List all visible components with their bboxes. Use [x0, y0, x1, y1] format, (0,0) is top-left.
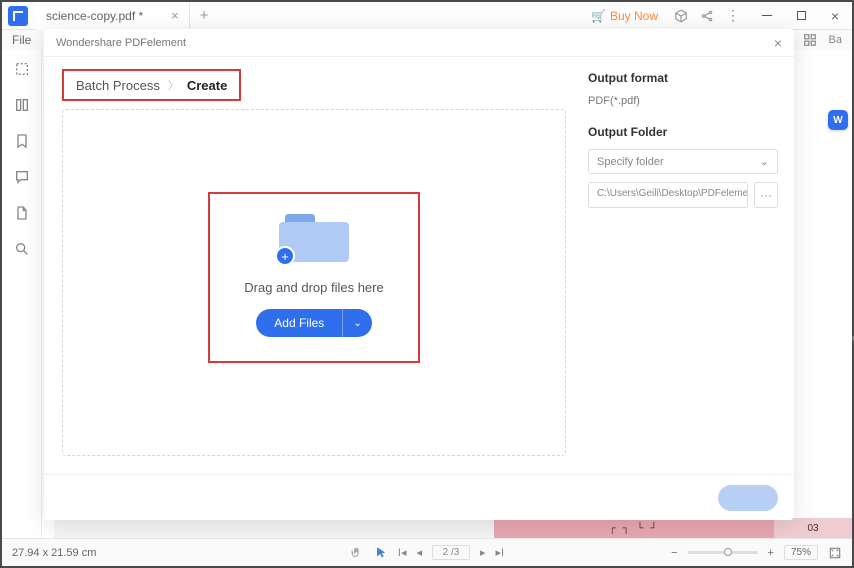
apps-icon[interactable] — [803, 33, 817, 47]
bookmark-icon[interactable] — [13, 132, 31, 150]
side-panel-handle[interactable]: ▸ — [850, 320, 854, 356]
output-format-value: PDF(*.pdf) — [588, 95, 778, 107]
chevron-right-icon: 〉 — [168, 77, 179, 93]
apply-button[interactable] — [718, 485, 778, 511]
titlebar: science-copy.pdf * × + 🛒 Buy Now ⋮ × — [2, 2, 852, 30]
modal-left-panel: Batch Process 〉 Create + Drag and drop f… — [44, 57, 584, 474]
cube-icon[interactable] — [674, 9, 688, 23]
folder-add-icon: + — [279, 212, 349, 262]
zoom-in-icon[interactable]: + — [768, 547, 774, 559]
maximize-button[interactable] — [784, 2, 818, 30]
comment-icon[interactable] — [13, 168, 31, 186]
modal-header: Wondershare PDFelement × — [44, 29, 794, 57]
next-page-icon[interactable]: ▸ — [480, 546, 486, 559]
browse-folder-button[interactable]: ··· — [754, 182, 778, 208]
breadcrumb-current: Create — [187, 78, 227, 93]
drop-text: Drag and drop files here — [244, 280, 383, 295]
folder-path-input[interactable]: C:\Users\Geili\Desktop\PDFelement\Cr — [588, 182, 748, 208]
tab-close-icon[interactable]: × — [171, 8, 179, 23]
modal-title: Wondershare PDFelement — [56, 37, 186, 49]
specify-folder-text: Specify folder — [597, 156, 664, 168]
modal-close-icon[interactable]: × — [774, 35, 782, 51]
prev-page-icon[interactable]: ◂ — [416, 546, 422, 559]
word-badge: W — [828, 110, 848, 130]
selection-tool-icon[interactable] — [13, 60, 31, 78]
add-files-button[interactable]: Add Files — [256, 309, 342, 337]
document-preview-strip: ┌ ┐ └ ┘ 03 — [54, 518, 852, 538]
drop-zone[interactable]: + Drag and drop files here Add Files ⌄ — [62, 109, 566, 456]
left-sidebar — [2, 50, 42, 538]
plus-icon: + — [275, 246, 295, 266]
thumbnails-icon[interactable] — [13, 96, 31, 114]
fit-page-icon[interactable] — [828, 546, 842, 560]
specify-folder-select[interactable]: Specify folder ⌄ — [588, 149, 778, 174]
batch-process-modal: Wondershare PDFelement × Batch Process 〉… — [44, 29, 794, 520]
page-input[interactable]: 2 /3 — [432, 545, 470, 560]
app-window: science-copy.pdf * × + 🛒 Buy Now ⋮ × Fil… — [0, 0, 854, 568]
tab-title: science-copy.pdf * — [46, 9, 143, 23]
output-folder-label: Output Folder — [588, 125, 778, 139]
cart-icon: 🛒 — [591, 9, 606, 23]
add-files-dropdown[interactable]: ⌄ — [342, 309, 371, 337]
file-menu[interactable]: File — [12, 33, 31, 47]
drop-highlight: + Drag and drop files here Add Files ⌄ — [208, 192, 419, 363]
last-page-icon[interactable]: ▸I — [496, 546, 505, 559]
pointer-tool-icon[interactable] — [374, 546, 388, 560]
modal-right-panel: Output format PDF(*.pdf) Output Folder S… — [584, 57, 794, 474]
buy-now-link[interactable]: 🛒 Buy Now — [585, 9, 664, 23]
doc-strip-mid: ┌ ┐ └ ┘ — [494, 518, 774, 538]
breadcrumb: Batch Process 〉 Create — [62, 69, 241, 101]
zoom-slider[interactable] — [688, 551, 758, 554]
document-tab[interactable]: science-copy.pdf * × — [36, 2, 190, 30]
zoom-value[interactable]: 75% — [784, 545, 818, 560]
kebab-menu-icon[interactable]: ⋮ — [726, 7, 740, 24]
doc-strip-page: 03 — [774, 518, 852, 538]
new-tab-button[interactable]: + — [190, 7, 219, 24]
chevron-down-icon: ⌄ — [760, 155, 769, 168]
minimize-button[interactable] — [750, 2, 784, 30]
hand-tool-icon[interactable] — [350, 546, 364, 560]
window-close-button[interactable]: × — [818, 2, 852, 30]
page-dimensions: 27.94 x 21.59 cm — [12, 547, 96, 559]
first-page-icon[interactable]: I◂ — [398, 546, 407, 559]
ba-label: Ba — [829, 34, 842, 46]
attachment-icon[interactable] — [13, 204, 31, 222]
statusbar: 27.94 x 21.59 cm I◂ ◂ 2 /3 ▸ ▸I − + 75% — [2, 538, 852, 566]
zoom-out-icon[interactable]: − — [671, 547, 677, 559]
app-logo — [8, 6, 28, 26]
search-icon[interactable] — [13, 240, 31, 258]
output-format-label: Output format — [588, 71, 778, 85]
content-area: W ┌ ┐ └ ┘ 03 Wondershare PDFelement × Ba… — [42, 50, 852, 538]
modal-footer — [44, 474, 794, 520]
breadcrumb-root[interactable]: Batch Process — [76, 78, 160, 93]
share-icon[interactable] — [700, 9, 714, 23]
buy-now-label: Buy Now — [610, 9, 658, 23]
